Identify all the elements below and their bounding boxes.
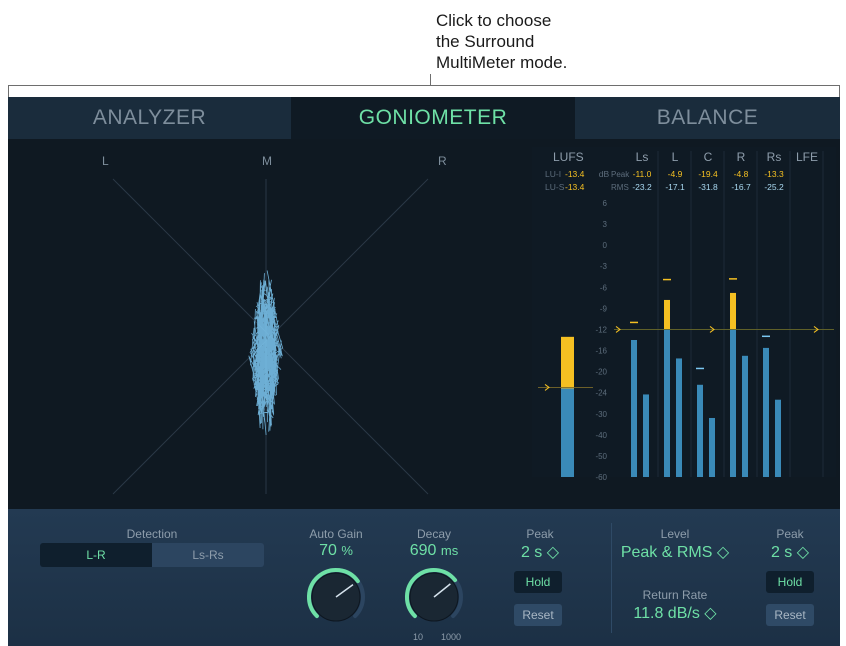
channel-rms-bar xyxy=(709,417,715,477)
db-scale-tick: 6 xyxy=(603,199,608,208)
peak-hold-time-select-left[interactable]: 2 s ◇ xyxy=(510,542,570,562)
db-unit-label: dB xyxy=(599,169,610,179)
decay-knob[interactable] xyxy=(402,565,466,629)
channel-rms-value: -17.1 xyxy=(665,182,685,192)
db-scale-tick: -24 xyxy=(595,389,607,398)
db-scale-tick: -20 xyxy=(595,368,607,377)
return-rate-label: Return Rate xyxy=(642,588,708,602)
db-scale-tick: -16 xyxy=(595,347,607,356)
db-scale-tick: 3 xyxy=(603,220,608,229)
db-scale-tick: -12 xyxy=(595,325,607,334)
db-scale-tick: -30 xyxy=(595,410,607,419)
peak-row-label: Peak xyxy=(611,170,630,179)
channel-rms-value: -23.2 xyxy=(632,182,652,192)
decay-label: Decay xyxy=(416,527,451,541)
channel-rms-value: -31.8 xyxy=(698,182,718,192)
channel-peak-value: -11.0 xyxy=(633,169,652,179)
callout-bracket xyxy=(8,85,840,97)
return-rate-select[interactable]: 11.8 dB/s ◇ xyxy=(620,603,730,623)
channel-peak-bar xyxy=(763,347,769,477)
level-mode-select[interactable]: Peak & RMS ◇ xyxy=(620,542,730,562)
lu-i-label: LU-I xyxy=(545,169,561,179)
lufs-peak-bar xyxy=(561,336,574,389)
channel-name-c: C xyxy=(704,150,713,164)
channel-rms-bar xyxy=(775,399,781,477)
peak-label-left: Peak xyxy=(526,527,554,541)
channel-rms-bar xyxy=(676,358,682,477)
controls-panel: Detection L-R Ls-Rs Auto Gain 70 % Decay… xyxy=(8,509,840,646)
detection-option-l-r[interactable]: L-R xyxy=(40,543,152,567)
decay-unit: ms xyxy=(440,543,459,558)
detection-selector: L-R Ls-Rs xyxy=(40,543,264,567)
auto-gain-knob[interactable] xyxy=(304,565,368,629)
channel-peak-bar xyxy=(697,384,703,477)
channel-peak-over-bar xyxy=(730,292,736,330)
channel-peak-bar xyxy=(631,340,637,477)
mode-tabs: ANALYZER GONIOMETER BALANCE xyxy=(8,97,840,139)
surround-meter-panel: LUFS LU-I -13.4LU-S -13.4 dB 6 3 0 -3 -6 -9 -12 -16 -… xyxy=(532,147,836,482)
hold-button-right[interactable]: Hold xyxy=(766,571,814,593)
channel-rms-bar xyxy=(742,355,748,477)
auto-gain-label: Auto Gain xyxy=(309,527,363,541)
multimeter-plugin: ANALYZER GONIOMETER BALANCE L M R LUFS LU… xyxy=(8,97,840,646)
auto-gain-unit: % xyxy=(341,543,353,558)
callout-line: MultiMeter mode. xyxy=(436,53,568,72)
channel-peak-value: -13.3 xyxy=(764,169,784,179)
channel-name-l: L xyxy=(672,150,679,164)
rms-row-label: RMS xyxy=(611,183,629,192)
db-scale-tick: -3 xyxy=(600,262,608,271)
lu-s-label: LU-S xyxy=(545,182,565,192)
channel-rms-bar xyxy=(643,394,649,477)
channel-peak-value: -4.8 xyxy=(734,169,749,179)
db-scale-tick: -40 xyxy=(595,431,607,440)
decay-max-label: 1000 xyxy=(441,632,462,642)
channel-name-rs: Rs xyxy=(767,150,782,164)
decay-value-display[interactable]: 690 ms xyxy=(394,542,474,560)
display-area: L M R LUFS LU-I -13.4 LU-S -13.4 dB 6 3 0 -3 -6 -9-… xyxy=(8,139,840,509)
decay-value: 690 xyxy=(409,542,437,559)
lufs-level-bar xyxy=(561,388,574,477)
callout-line: Click to choose xyxy=(436,11,552,30)
lu-i-value: -13.4 xyxy=(565,169,585,179)
db-scale-tick: -9 xyxy=(600,304,608,313)
level-label: Level xyxy=(660,527,690,541)
detection-option-ls-rs[interactable]: Ls-Rs xyxy=(152,543,264,567)
auto-gain-value-display[interactable]: 70 % xyxy=(296,542,376,560)
channel-name-r: R xyxy=(737,150,746,164)
db-scale-tick: -50 xyxy=(595,452,607,461)
lu-s-value: -13.4 xyxy=(565,182,585,192)
channel-peak-value: -4.9 xyxy=(668,169,683,179)
channel-rms-value: -16.7 xyxy=(731,182,751,192)
channel-peak-over-bar xyxy=(664,299,670,330)
peak-label-right: Peak xyxy=(776,527,804,541)
channel-name-ls: Ls xyxy=(636,150,649,164)
channel-peak-bar xyxy=(730,329,736,477)
db-scale-tick: 0 xyxy=(603,241,608,250)
lufs-title: LUFS xyxy=(553,150,584,164)
section-divider xyxy=(611,523,612,633)
detection-label: Detection xyxy=(126,527,178,541)
screenshot-root: Click to choose the Surround MultiMeter … xyxy=(0,0,846,646)
channel-name-lfe: LFE xyxy=(796,150,818,164)
channel-rms-value: -25.2 xyxy=(764,182,784,192)
callout-text: Click to choose the Surround MultiMeter … xyxy=(436,10,567,73)
db-scale-tick: -60 xyxy=(595,473,607,482)
tab-goniometer[interactable]: GONIOMETER xyxy=(291,97,575,139)
auto-gain-value: 70 xyxy=(319,542,337,559)
callout-line: the Surround xyxy=(436,32,535,51)
reset-button-left[interactable]: Reset xyxy=(514,604,562,626)
channel-peak-value: -19.4 xyxy=(698,169,718,179)
hold-button-left[interactable]: Hold xyxy=(514,571,562,593)
decay-min-label: 10 xyxy=(413,632,424,642)
reset-button-right[interactable]: Reset xyxy=(766,604,814,626)
channel-peak-bar xyxy=(664,329,670,477)
peak-hold-time-select-right[interactable]: 2 s ◇ xyxy=(760,542,820,562)
tab-analyzer[interactable]: ANALYZER xyxy=(8,97,291,139)
tab-balance[interactable]: BALANCE xyxy=(575,97,840,139)
db-scale-tick: -6 xyxy=(600,283,608,292)
